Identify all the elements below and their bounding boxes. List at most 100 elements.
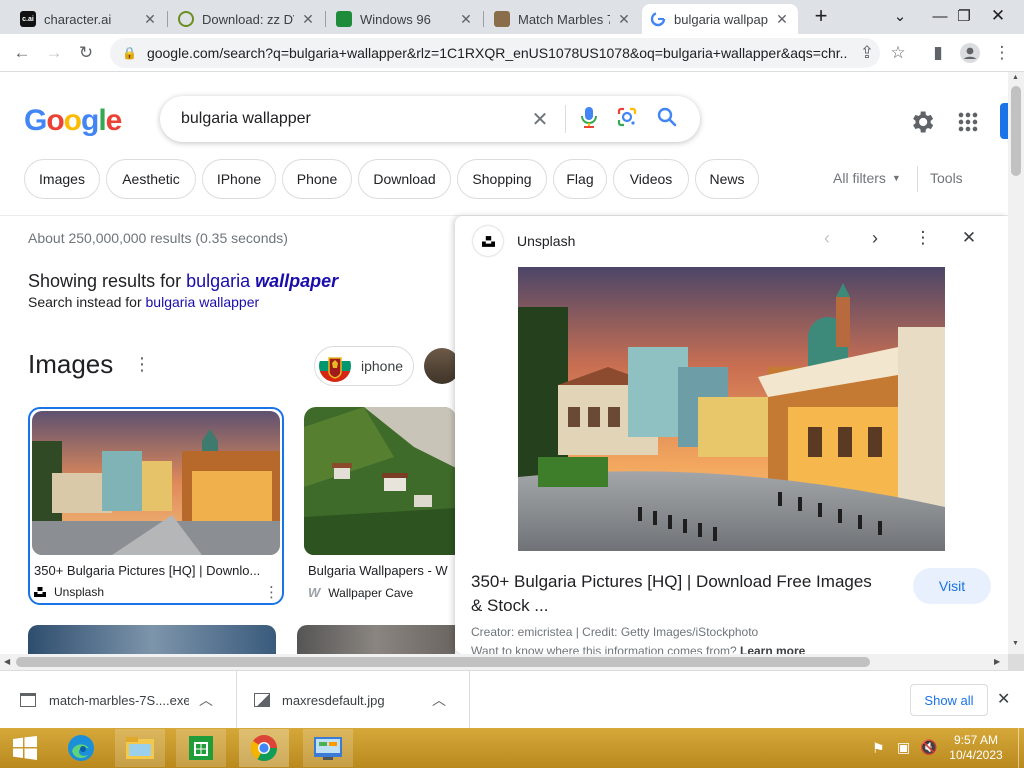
- original-query-link[interactable]: bulgaria wallapper: [146, 294, 260, 310]
- next-chevron-right-icon[interactable]: ›: [863, 228, 887, 252]
- taskbar-clock[interactable]: 9:57 AM 10/4/2023: [944, 733, 1008, 763]
- share-icon[interactable]: ⇪: [853, 39, 881, 67]
- close-icon[interactable]: ✕: [300, 11, 316, 28]
- scroll-left-arrow-icon[interactable]: ◀: [4, 657, 10, 666]
- image-result-card-selected[interactable]: 350+ Bulgaria Pictures [HQ] | Downlo... …: [28, 407, 284, 605]
- tab-windows-96[interactable]: Windows 96 ✕: [328, 4, 482, 34]
- control-panel-icon[interactable]: [303, 729, 353, 767]
- close-downloads-bar-icon[interactable]: ✕: [997, 689, 1010, 709]
- chip-shopping[interactable]: Shopping: [457, 159, 547, 199]
- all-filters-button[interactable]: All filters ▼: [833, 170, 901, 186]
- visit-button[interactable]: Visit: [913, 568, 991, 604]
- tab-character-ai[interactable]: c.ai character.ai ✕: [12, 4, 166, 34]
- image-result-more-icon[interactable]: ⋮: [264, 583, 279, 601]
- kebab-menu-icon[interactable]: ⋮: [988, 39, 1016, 67]
- chip-videos[interactable]: Videos: [613, 159, 689, 199]
- download-item[interactable]: match-marbles-7S....exe ︿: [0, 671, 237, 729]
- forward-arrow-icon[interactable]: →: [40, 39, 68, 67]
- scroll-down-arrow-icon[interactable]: ▼: [1012, 640, 1019, 647]
- images-more-options-icon[interactable]: ⋮: [132, 354, 152, 378]
- bulgaria-street-thumbnail[interactable]: [32, 411, 280, 555]
- window-close-icon[interactable]: ✕: [978, 0, 1018, 32]
- image-result-thumbnail-partial[interactable]: [297, 625, 455, 655]
- back-arrow-icon[interactable]: ←: [8, 39, 36, 67]
- bulgaria-mountain-village-thumbnail[interactable]: [304, 407, 456, 555]
- microsoft-store-icon[interactable]: [176, 729, 226, 767]
- all-filters-label: All filters: [833, 170, 886, 186]
- preview-image-bulgaria-street[interactable]: [518, 267, 945, 551]
- url-text: google.com/search?q=bulgaria+wallapper&r…: [146, 45, 847, 61]
- download-item[interactable]: maxresdefault.jpg ︿: [237, 671, 470, 729]
- google-logo[interactable]: Google: [24, 104, 122, 138]
- preview-title-link[interactable]: 350+ Bulgaria Pictures [HQ] | Download F…: [471, 570, 901, 618]
- refine-chip-label: iphone: [361, 358, 404, 374]
- chrome-browser-icon[interactable]: [239, 729, 289, 767]
- google-apps-grid-icon[interactable]: [954, 108, 982, 136]
- search-box[interactable]: bulgaria wallapper ✕: [160, 96, 700, 142]
- close-preview-icon[interactable]: ✕: [957, 228, 981, 252]
- lock-icon[interactable]: 🔒: [122, 46, 137, 60]
- chip-phone[interactable]: Phone: [282, 159, 352, 199]
- scroll-up-arrow-icon[interactable]: ▲: [1012, 74, 1019, 81]
- chip-aesthetic[interactable]: Aesthetic: [106, 159, 196, 199]
- chevron-up-icon[interactable]: ︿: [199, 690, 213, 710]
- volume-muted-icon[interactable]: 🔇: [920, 739, 937, 756]
- settings-gear-icon[interactable]: [908, 108, 936, 136]
- chip-images[interactable]: Images: [24, 159, 100, 199]
- edge-browser-icon[interactable]: [56, 729, 106, 767]
- vertical-scrollbar[interactable]: ▲ ▼: [1008, 72, 1024, 654]
- show-desktop-button[interactable]: [1018, 728, 1019, 768]
- corrected-query-link[interactable]: bulgaria wallpaper: [186, 271, 338, 291]
- reload-icon[interactable]: ↻: [72, 39, 100, 67]
- image-result-card[interactable]: Bulgaria Wallpapers - W W Wallpaper Cave: [304, 407, 456, 605]
- network-icon[interactable]: ▣: [897, 739, 910, 756]
- flag-notification-icon[interactable]: ⚑: [872, 740, 885, 757]
- side-panel-icon[interactable]: ▮: [924, 39, 952, 67]
- close-icon[interactable]: ✕: [458, 11, 474, 28]
- show-all-downloads-button[interactable]: Show all: [910, 684, 988, 716]
- tab-search-chevron-down-icon[interactable]: ⌄: [880, 0, 920, 32]
- profile-avatar-icon[interactable]: [956, 39, 984, 67]
- preview-more-options-icon[interactable]: ⋮: [911, 228, 935, 252]
- tab-download-zz-dvd[interactable]: Download: zz DVD ✕: [170, 4, 324, 34]
- unsplash-logo-icon: [473, 226, 503, 256]
- clear-search-close-icon[interactable]: ✕: [525, 107, 555, 132]
- file-explorer-icon[interactable]: [115, 729, 165, 767]
- scroll-right-arrow-icon[interactable]: ▶: [994, 657, 1000, 666]
- bulgaria-crest-thumbnail-icon: [319, 350, 351, 382]
- learn-more-link[interactable]: Learn more: [740, 644, 805, 654]
- google-favicon-icon: [650, 11, 666, 27]
- bookmark-star-icon[interactable]: ☆: [884, 39, 912, 67]
- chip-flag[interactable]: Flag: [553, 159, 607, 199]
- close-icon[interactable]: ✕: [616, 11, 632, 28]
- chip-download[interactable]: Download: [358, 159, 451, 199]
- close-icon[interactable]: ✕: [142, 11, 158, 28]
- tab-match-marbles[interactable]: Match Marbles 7 ✕: [486, 4, 640, 34]
- showing-results-for: Showing results for bulgaria wallpaper: [28, 271, 339, 291]
- preview-source-name[interactable]: Unsplash: [517, 233, 575, 249]
- horizontal-scrollbar-thumb[interactable]: [16, 657, 870, 667]
- google-lens-camera-icon[interactable]: [616, 106, 644, 133]
- refine-chip-iphone[interactable]: iphone: [314, 346, 414, 386]
- chip-news[interactable]: News: [695, 159, 759, 199]
- close-icon[interactable]: ✕: [774, 11, 790, 28]
- tab-strip: c.ai character.ai ✕ Download: zz DVD ✕ W…: [0, 0, 1024, 34]
- images-heading: Images: [28, 349, 114, 379]
- chevron-up-icon[interactable]: ︿: [432, 690, 446, 710]
- search-magnifier-icon[interactable]: [656, 106, 684, 133]
- new-tab-plus-icon[interactable]: +: [801, 0, 841, 32]
- tools-button[interactable]: Tools: [930, 170, 963, 186]
- sign-in-button-edge[interactable]: [1000, 103, 1008, 139]
- horizontal-scrollbar[interactable]: ◀ ▶: [0, 654, 1008, 670]
- microphone-icon[interactable]: [578, 105, 606, 134]
- windows-start-icon[interactable]: [0, 729, 50, 767]
- image-result-title[interactable]: Bulgaria Wallpapers - W: [308, 563, 456, 578]
- previous-chevron-left-icon[interactable]: ‹: [815, 228, 839, 252]
- tab-bulgaria-wallpaper[interactable]: bulgaria wallpape ✕: [642, 4, 798, 34]
- image-result-title[interactable]: 350+ Bulgaria Pictures [HQ] | Downlo...: [34, 563, 280, 578]
- chip-iphone[interactable]: IPhone: [202, 159, 276, 199]
- search-input[interactable]: bulgaria wallapper: [181, 110, 525, 128]
- address-bar[interactable]: 🔒 google.com/search?q=bulgaria+wallapper…: [110, 38, 880, 68]
- image-result-thumbnail-partial[interactable]: [28, 625, 276, 655]
- vertical-scrollbar-thumb[interactable]: [1011, 86, 1021, 176]
